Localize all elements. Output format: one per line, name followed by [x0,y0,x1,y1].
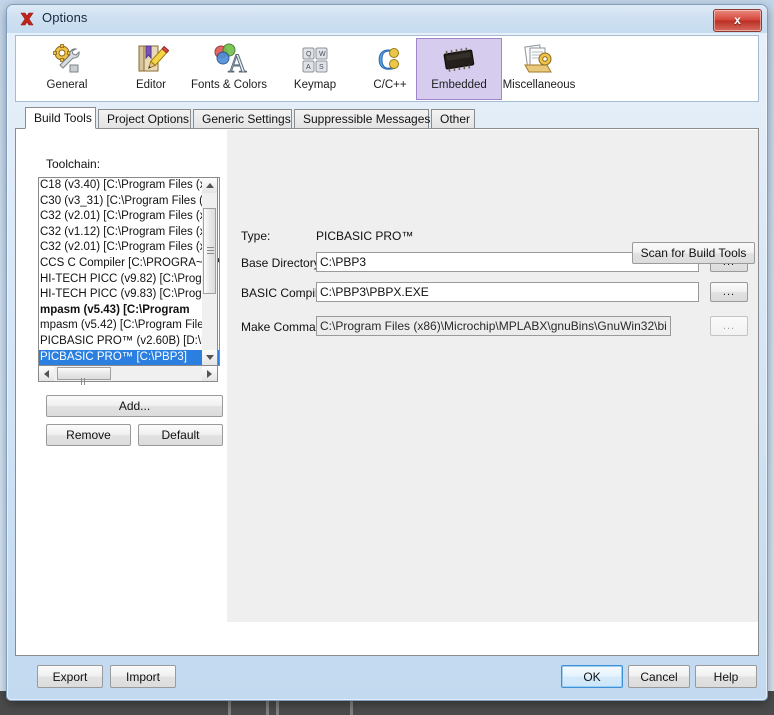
chevron-left-icon [44,369,49,378]
chevron-right-icon [207,369,212,378]
type-label: Type: [241,229,271,243]
font-palette-icon: A [180,42,278,78]
add-toolchain-button[interactable]: Add... [46,395,223,417]
toolchain-label: Toolchain: [46,157,101,171]
toolchain-listbox[interactable]: C18 (v3.40) [C:\Program Files (x8 C30 (v… [38,177,220,366]
tab-suppressible-messages[interactable]: Suppressible Messages [294,109,430,129]
export-button[interactable]: Export [37,665,103,688]
basic-compiler-input[interactable] [316,282,699,302]
toolbar-item-fonts-colors[interactable]: A Fonts & Colors [179,38,279,100]
scan-for-build-tools-button[interactable]: Scan for Build Tools [632,242,755,264]
close-icon: x [734,13,741,27]
red-x-icon [18,10,36,28]
toolbar-label: Fonts & Colors [190,79,268,91]
tab-generic-settings[interactable]: Generic Settings [193,109,292,129]
ok-button[interactable]: OK [561,665,623,688]
scroll-right-button[interactable] [202,366,217,381]
toolbar-item-keymap[interactable]: QW A S Keymap [272,38,358,100]
toolbar-item-general[interactable]: General [24,38,110,100]
scroll-grip-icon [81,372,88,403]
list-item[interactable]: mpasm (v5.42) [C:\Program Files [39,318,219,334]
base-directory-label: Base Directory: [241,256,324,270]
list-item[interactable]: HI-TECH PICC (v9.82) [C:\Progra [39,272,219,288]
svg-text:W: W [319,51,326,58]
toolbar-label: Miscellaneous [502,79,576,91]
list-item[interactable]: PICBASIC PRO™ (v2.60B) [D:\PB [39,334,219,350]
horizontal-scroll-thumb[interactable] [57,367,111,403]
list-item[interactable]: C32 (v2.01) [C:\Program Files (x8 [39,209,219,225]
toolchain-details-pane: Type: PICBASIC PRO™ Base Directory: ... … [227,130,758,622]
documents-gear-icon [490,42,588,78]
make-command-input[interactable] [316,316,671,336]
toolbar-label: Keymap [293,79,337,91]
dialog-body: General Editor A Fonts & Colors Q W A S … [15,35,759,694]
import-button[interactable]: Import [110,665,176,688]
keyboard-keys-icon: QW A S [273,42,357,78]
gear-wrench-icon [25,42,109,78]
close-button[interactable]: x [713,9,762,32]
tab-strip: Build Tools Project Options Generic Sett… [15,107,759,129]
type-value: PICBASIC PRO™ [316,229,414,243]
scroll-up-button[interactable] [202,178,217,193]
window-title: Options [42,10,88,25]
screen: Options x General Editor A Fonts & Color… [0,0,774,715]
svg-text:A: A [306,64,311,71]
list-item[interactable]: CCS C Compiler [C:\PROGRA~2\P [39,256,219,272]
list-item[interactable]: C32 (v1.12) [C:\Program Files (x8 [39,225,219,241]
tab-build-tools[interactable]: Build Tools [25,107,96,129]
set-default-button[interactable]: Default [138,424,223,446]
make-command-browse-button: ... [710,316,748,336]
toolbar-label: General [46,79,88,91]
chevron-up-icon [205,183,214,188]
remove-toolchain-button[interactable]: Remove [46,424,131,446]
cancel-button[interactable]: Cancel [628,665,690,688]
scroll-down-button[interactable] [202,350,217,365]
tab-project-options[interactable]: Project Options [98,109,191,129]
listbox-horizontal-scrollbar[interactable] [38,366,218,403]
list-item-selected[interactable]: PICBASIC PRO™ [C:\PBP3] [39,349,219,365]
svg-text:S: S [319,64,324,71]
category-toolbar: General Editor A Fonts & Colors Q W A S … [15,35,759,102]
basic-compiler-browse-button[interactable]: ... [710,282,748,302]
listbox-vertical-scrollbar[interactable] [202,177,218,366]
options-dialog: Options x General Editor A Fonts & Color… [6,4,768,701]
list-item[interactable]: C30 (v3_31) [C:\Program Files (x [39,194,219,210]
tab-other[interactable]: Other [431,109,475,129]
chevron-down-icon [205,355,214,360]
title-bar: Options x [7,5,767,33]
dialog-footer: Export Import OK Cancel Help [15,657,759,694]
help-button[interactable]: Help [695,665,757,688]
scroll-left-button[interactable] [39,366,54,381]
list-item[interactable]: HI-TECH PICC (v9.83) [C:\Progra [39,287,219,303]
svg-text:Q: Q [306,51,312,58]
toolbar-item-miscellaneous[interactable]: Miscellaneous [489,38,589,100]
list-item[interactable]: C32 (v2.01) [C:\Program Files (x8 [39,240,219,256]
vertical-scroll-thumb[interactable] [203,208,216,294]
list-item-default[interactable]: mpasm (v5.43) [C:\Program [39,303,219,319]
list-item[interactable]: C18 (v3.40) [C:\Program Files (x8 [39,178,219,194]
build-tools-panel: Type: PICBASIC PRO™ Base Directory: ... … [15,128,759,656]
scroll-grip-icon [207,247,214,254]
svg-text:A: A [228,49,247,77]
